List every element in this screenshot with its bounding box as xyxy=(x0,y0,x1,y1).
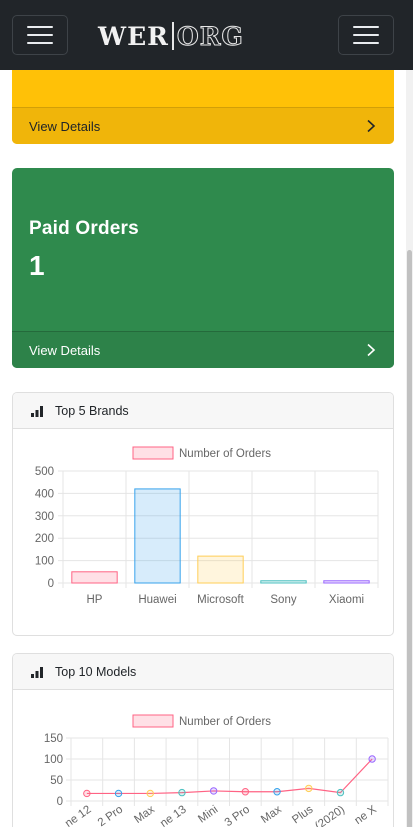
y-tick-label: 100 xyxy=(35,556,54,568)
data-point xyxy=(83,789,91,798)
y-tick-label: 100 xyxy=(44,754,63,766)
x-tick-label: Max xyxy=(259,803,284,825)
x-tick-label: (2020) xyxy=(313,804,347,827)
chevron-right-icon xyxy=(367,119,376,133)
legend-swatch xyxy=(132,714,174,728)
brand-text-left: WER xyxy=(98,21,169,51)
x-tick-label: Mini xyxy=(196,804,220,826)
data-point xyxy=(305,784,313,793)
scrollbar-thumb[interactable] xyxy=(407,250,412,827)
y-tick-label: 200 xyxy=(35,533,54,545)
x-tick-label: Plus xyxy=(290,803,315,826)
bar xyxy=(323,580,370,584)
x-tick-label: ne 12 xyxy=(63,804,93,827)
x-tick-label: Max xyxy=(132,803,157,825)
bar-chart-icon xyxy=(31,406,43,417)
paid-orders-card: Paid Orders 1 View Details xyxy=(12,168,394,368)
bar xyxy=(197,555,244,584)
paid-orders-title: Paid Orders xyxy=(29,218,139,239)
bar xyxy=(134,488,181,584)
legend-swatch xyxy=(132,446,174,460)
x-tick-label: 3 Pro xyxy=(223,804,252,827)
x-tick-label: ne 13 xyxy=(158,804,188,827)
top-models-card-header: Top 10 Models xyxy=(13,654,393,690)
top-brands-title: Top 5 Brands xyxy=(55,404,129,418)
hamburger-menu-icon[interactable] xyxy=(338,15,394,55)
bar xyxy=(260,580,307,584)
hamburger-menu-icon[interactable] xyxy=(12,15,68,55)
top-brands-card: Top 5 Brands Number of Orders 0 100 200 300 4… xyxy=(12,392,394,636)
brand-divider xyxy=(171,22,174,50)
view-details-label: View Details xyxy=(29,343,101,358)
x-tick-label: Xiaomi xyxy=(329,594,364,606)
warning-orders-card: View Details xyxy=(12,62,394,144)
y-tick-label: 0 xyxy=(48,578,54,590)
data-point xyxy=(336,788,345,797)
y-tick-label: 50 xyxy=(50,775,63,787)
x-tick-label: Microsoft xyxy=(197,594,244,606)
top-brands-card-header: Top 5 Brands xyxy=(13,393,393,429)
view-details-link[interactable]: View Details xyxy=(12,107,394,144)
brand-logo[interactable]: WER ORG xyxy=(98,21,244,51)
data-point xyxy=(146,789,154,798)
bar xyxy=(71,571,118,584)
bar-chart-icon xyxy=(31,667,43,678)
paid-orders-count: 1 xyxy=(29,250,45,281)
data-point xyxy=(368,755,376,763)
top-navbar: WER ORG xyxy=(0,0,413,70)
page-scrollbar[interactable] xyxy=(406,70,413,827)
x-tick-label: Huawei xyxy=(138,594,176,606)
x-tick-label: 2 Pro xyxy=(96,804,125,827)
data-point xyxy=(273,788,281,796)
legend-label: Number of Orders xyxy=(179,716,271,728)
brand-text-right: ORG xyxy=(176,21,244,51)
chevron-right-icon xyxy=(367,343,376,357)
view-details-link[interactable]: View Details xyxy=(12,331,394,368)
data-point xyxy=(209,787,218,795)
x-tick-label: HP xyxy=(87,594,103,606)
view-details-label: View Details xyxy=(29,119,101,134)
top-models-title: Top 10 Models xyxy=(55,665,137,679)
x-tick-label: ne X xyxy=(353,803,380,827)
y-tick-label: 400 xyxy=(35,488,54,500)
y-tick-label: 500 xyxy=(35,466,54,478)
data-point xyxy=(114,789,123,798)
brands-bar-chart: Number of Orders 0 100 200 300 400 500 HP Huawei… xyxy=(35,446,379,606)
y-tick-label: 300 xyxy=(35,511,54,523)
data-point xyxy=(241,788,250,796)
y-tick-label: 150 xyxy=(44,733,63,745)
models-line-chart: Number of Orders050100150ne 12 2 Pro Max ne… xyxy=(44,714,389,827)
legend-label: Number of Orders xyxy=(179,448,271,460)
data-point xyxy=(178,788,186,797)
x-tick-label: Sony xyxy=(270,594,296,606)
y-tick-label: 0 xyxy=(57,796,63,808)
top-models-card: Top 10 Models Number of Orders 0 50 100 150 n… xyxy=(12,653,394,827)
